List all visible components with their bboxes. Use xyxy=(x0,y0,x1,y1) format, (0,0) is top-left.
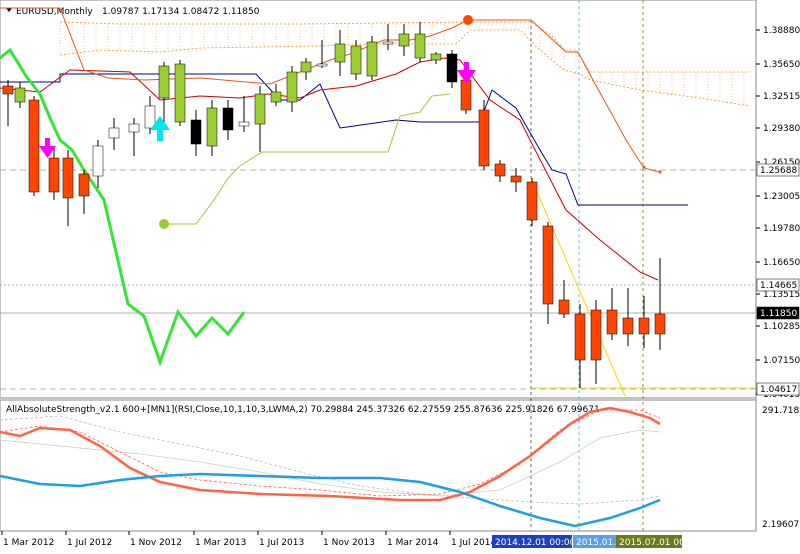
signal-dot xyxy=(463,15,473,25)
price-tick-label: 1.13515 xyxy=(763,290,800,300)
time-tick-label: 1 Mar 2014 xyxy=(387,538,439,548)
time-tick-label: 1 Nov 2013 xyxy=(323,538,375,548)
indicator-title: AllAbsoluteStrength_v2.1 600+[MN1](RSI,C… xyxy=(6,405,600,415)
indicator-scale-min: 2.19607 xyxy=(762,520,799,530)
price-marker-label: 1.25688 xyxy=(760,166,797,176)
price-tick-label: 1.19780 xyxy=(763,224,800,234)
candle xyxy=(174,60,186,126)
candle xyxy=(526,178,538,226)
time-highlight-label: 2015.07.01 00:00 xyxy=(619,538,700,548)
price-tick-label: 1.35650 xyxy=(763,60,800,70)
price-tick-label: 1.16650 xyxy=(763,258,800,268)
time-tick-label: 1 Nov 2012 xyxy=(130,538,182,548)
time-tick-label: 1 Jul 2013 xyxy=(259,538,304,548)
price-tick-label: 1.23005 xyxy=(763,192,800,202)
time-tick-label: 1 Jul 2012 xyxy=(67,538,112,548)
chart-canvas[interactable]: EURUSD,Monthly 1.09787 1.17134 1.08472 1… xyxy=(0,0,800,550)
price-marker-label: 1.04617 xyxy=(760,385,797,395)
time-tick-label: 1 Jul 2014 xyxy=(451,538,496,548)
chikou-dot xyxy=(159,219,169,229)
price-marker-label: 1.11850 xyxy=(760,309,797,319)
time-tick-label: 1 Mar 2013 xyxy=(195,538,246,548)
indicator-scale-max: 291.7189 xyxy=(762,406,800,416)
time-tick-label: 1 Mar 2012 xyxy=(3,538,54,548)
candle xyxy=(478,100,490,170)
ohlc-values: 1.09787 1.17134 1.08472 1.11850 xyxy=(102,7,260,17)
time-highlights: 2014.12.01 00:002015.01.01 00:002015.07.… xyxy=(492,535,700,548)
price-tick-label: 1.32515 xyxy=(763,92,800,102)
indicator-label: AllAbsoluteStrength_v2.1 600+[MN1](RSI,C… xyxy=(6,405,600,415)
price-marker-label: 1.14665 xyxy=(760,281,797,291)
price-tick-label: 1.38880 xyxy=(763,26,800,36)
candle xyxy=(366,36,378,80)
candle xyxy=(28,96,40,196)
price-tick-label: 1.29380 xyxy=(763,124,800,134)
price-tick-label: 1.10285 xyxy=(763,322,800,332)
price-tick-label: 1.07150 xyxy=(763,356,800,366)
time-highlight-label: 2014.12.01 00:00 xyxy=(495,538,576,548)
chart-window[interactable]: EURUSD,Monthly 1.09787 1.17134 1.08472 1… xyxy=(0,0,800,550)
candle xyxy=(350,40,362,80)
